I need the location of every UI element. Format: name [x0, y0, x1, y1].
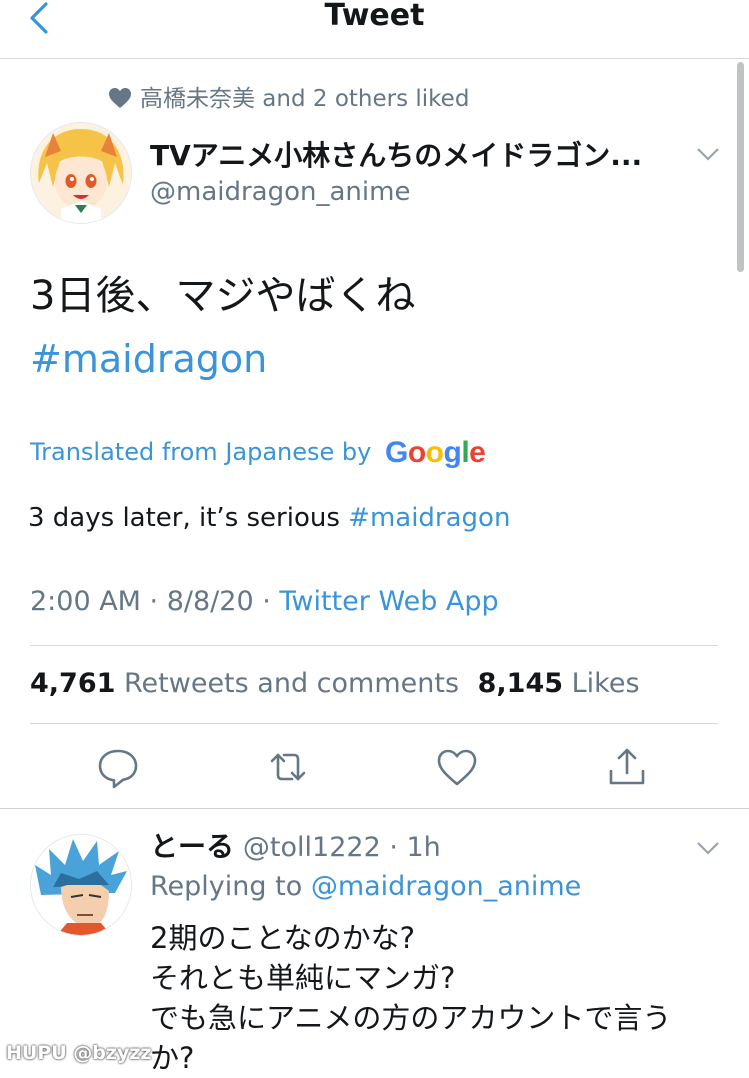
social-context[interactable]: 高橋未奈美 and 2 others liked [108, 84, 469, 114]
chevron-down-icon[interactable] [696, 146, 720, 162]
scrollbar[interactable] [737, 62, 744, 272]
google-logo: Google [385, 436, 486, 469]
retweets-count: 4,761 [30, 668, 116, 699]
chevron-down-icon[interactable] [696, 840, 720, 856]
like-icon[interactable] [427, 737, 487, 797]
translated-label: Translated from Japanese by [30, 438, 372, 466]
tweet-hashtag[interactable]: #maidragon [30, 334, 267, 384]
divider [30, 645, 718, 646]
watermark: HUPU @bzyzz [6, 1042, 152, 1064]
reply-line: でも急にアニメの方のアカウントで言う [150, 1001, 672, 1035]
reply-line: 2期のことなのかな? [150, 921, 415, 955]
reply-avatar-image [31, 835, 131, 935]
retweets-label: Retweets and comments [124, 668, 460, 699]
replying-label: Replying to [150, 871, 311, 902]
reply-author-handle: @toll1222 · 1h [242, 832, 441, 863]
replying-to-handle[interactable]: @maidragon_anime [311, 871, 581, 902]
tweet-source[interactable]: Twitter Web App [279, 586, 498, 617]
translation-attribution[interactable]: Translated from Japanese by Google [30, 434, 486, 471]
divider [30, 723, 718, 724]
reply-text: 2期のことなのかな? それとも単純にマンガ? でも急にアニメの方のアカウントで言… [150, 918, 710, 1078]
retweet-icon[interactable] [258, 737, 318, 797]
tweet-meta: 2:00 AM · 8/8/20 · Twitter Web App [30, 584, 499, 620]
social-context-text: 高橋未奈美 and 2 others liked [140, 86, 470, 112]
reply-author-name: とーる [150, 830, 235, 863]
likes-count: 8,145 [477, 668, 564, 699]
reply-icon[interactable] [88, 737, 148, 797]
translation-body: 3 days later, it’s serious [28, 503, 349, 533]
author-handle[interactable]: @maidragon_anime [150, 176, 410, 208]
section-divider [0, 808, 749, 809]
tweet-text: 3日後、マジやばくね [30, 273, 416, 319]
tweet-time: 2:00 AM · 8/8/20 · [30, 586, 280, 617]
nav-bar: Tweet [0, 0, 749, 59]
page-title: Tweet [324, 0, 425, 33]
translation-text: 3 days later, it’s serious #maidragon [28, 500, 510, 536]
reply-header[interactable]: とーる @toll1222 · 1h [150, 828, 441, 867]
reply-line: か? [150, 1041, 195, 1075]
share-icon[interactable] [597, 737, 657, 797]
tweet-stats[interactable]: 4,761 Retweets and comments 8,145 Likes [30, 666, 640, 702]
reply-avatar[interactable] [30, 834, 132, 936]
replying-to: Replying to @maidragon_anime [150, 868, 581, 906]
avatar-image [31, 123, 131, 223]
reply-line: それとも単純にマンガ? [150, 961, 456, 995]
likes-label: Likes [571, 668, 640, 699]
avatar[interactable] [30, 122, 132, 224]
translation-hashtag[interactable]: #maidragon [348, 503, 510, 533]
author-display-name[interactable]: TVアニメ小林さんちのメイドラゴン... [150, 138, 690, 174]
heart-icon [109, 88, 131, 108]
